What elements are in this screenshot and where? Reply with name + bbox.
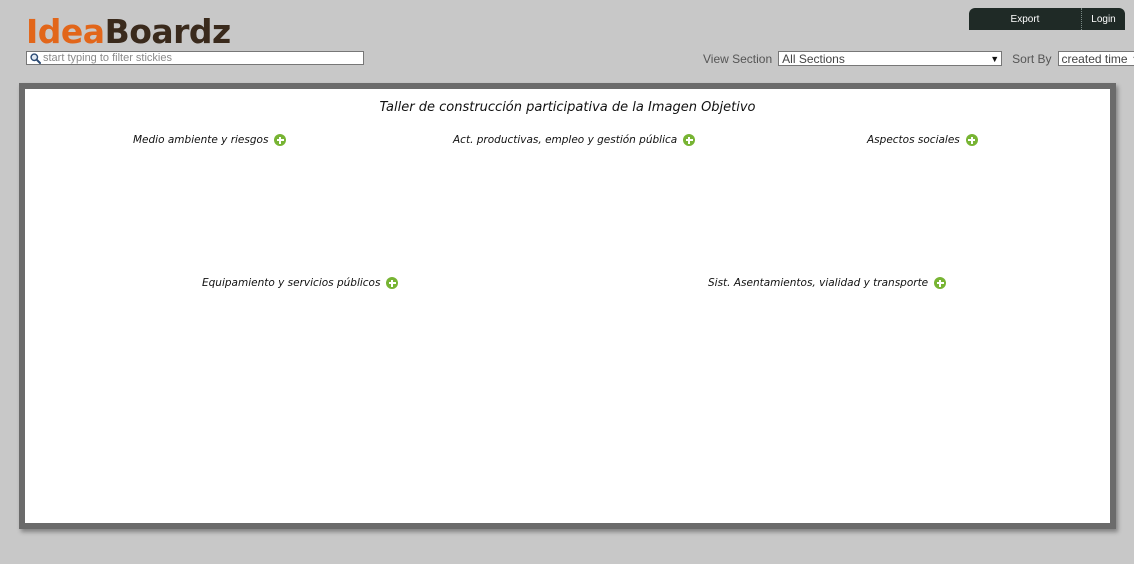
section-label: Equipamiento y servicios públicos [202, 277, 381, 289]
ideaboard: Taller de construcción participativa de … [19, 83, 1116, 529]
login-button[interactable]: Login [1081, 8, 1125, 30]
sort-by-select[interactable]: created time ▼ [1057, 51, 1134, 66]
chevron-down-icon: ▼ [990, 53, 1000, 64]
section-aspectos-sociales: Aspectos sociales [867, 134, 978, 146]
logo-idea-text: Idea [26, 12, 105, 51]
board-title: Taller de construcción participativa de … [379, 100, 756, 115]
board-controls: View Section All Sections ▼ Sort By crea… [703, 51, 1134, 66]
filter-box [26, 51, 364, 65]
section-sist-asentamientos: Sist. Asentamientos, vialidad y transpor… [708, 277, 947, 289]
section-label: Act. productivas, empleo y gestión públi… [453, 134, 678, 146]
add-sticky-icon[interactable] [934, 277, 947, 289]
top-action-bar: Export Login [969, 8, 1125, 30]
view-section-label: View Section [703, 51, 773, 66]
add-sticky-icon[interactable] [274, 134, 287, 146]
sort-by-label: Sort By [1012, 51, 1052, 66]
add-sticky-icon[interactable] [386, 277, 399, 289]
magnifier-icon [29, 52, 41, 64]
add-sticky-icon[interactable] [965, 134, 978, 146]
view-section-select[interactable]: All Sections ▼ [778, 51, 1003, 66]
filter-stickies-input[interactable] [43, 52, 363, 64]
add-sticky-icon[interactable] [683, 134, 696, 146]
logo-boardz-text: Boardz [104, 12, 232, 51]
section-label: Medio ambiente y riesgos [133, 134, 269, 146]
section-equipamiento: Equipamiento y servicios públicos [202, 277, 399, 289]
section-medio-ambiente: Medio ambiente y riesgos [133, 134, 287, 146]
view-section-value: All Sections [782, 51, 845, 66]
export-button[interactable]: Export [969, 8, 1081, 30]
section-act-productivas: Act. productivas, empleo y gestión públi… [453, 134, 696, 146]
ideaboardz-logo[interactable]: IdeaBoardz [26, 14, 231, 50]
section-label: Aspectos sociales [867, 134, 960, 146]
section-label: Sist. Asentamientos, vialidad y transpor… [708, 277, 929, 289]
sort-by-value: created time [1061, 51, 1128, 66]
